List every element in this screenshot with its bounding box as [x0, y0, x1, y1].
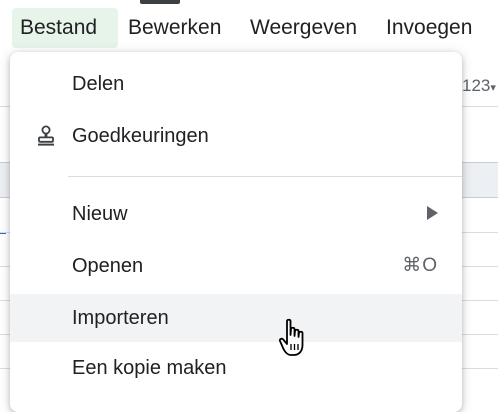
keyboard-shortcut: ⌘O: [402, 255, 438, 276]
menu-item-openen[interactable]: Openen ⌘O: [10, 242, 462, 290]
menu-item-label: Delen: [72, 73, 125, 95]
menu-item-nieuw[interactable]: Nieuw: [10, 190, 462, 238]
menu-bestand[interactable]: Bestand: [12, 8, 118, 48]
number-format-button[interactable]: 123▾: [462, 76, 496, 96]
menu-invoegen[interactable]: Invoegen: [378, 8, 480, 48]
stamp-icon: [34, 124, 58, 148]
pointer-hand-icon: [278, 318, 312, 358]
title-remnant: [140, 0, 180, 4]
menu-item-delen[interactable]: Delen: [10, 60, 462, 108]
file-menu: Delen Goedkeuringen Nieuw Openen ⌘O Impo…: [10, 52, 462, 412]
menu-item-label: Een kopie maken: [72, 357, 227, 379]
submenu-arrow-icon: [427, 206, 438, 220]
menu-item-importeren[interactable]: Importeren: [10, 294, 462, 342]
selected-cell-edge: [0, 196, 6, 234]
menu-weergeven[interactable]: Weergeven: [242, 8, 365, 48]
menu-separator: [68, 176, 462, 177]
menu-item-label: Goedkeuringen: [72, 125, 209, 147]
menu-item-kopie-maken[interactable]: Een kopie maken: [10, 344, 462, 392]
menu-item-label: Nieuw: [72, 203, 128, 225]
menu-bewerken[interactable]: Bewerken: [120, 8, 229, 48]
menu-item-label: Openen: [72, 255, 144, 277]
menu-bar: Bestand Bewerken Weergeven Invoegen: [0, 0, 498, 56]
menu-item-goedkeuringen[interactable]: Goedkeuringen: [10, 112, 462, 160]
menu-item-label: Importeren: [72, 307, 169, 329]
